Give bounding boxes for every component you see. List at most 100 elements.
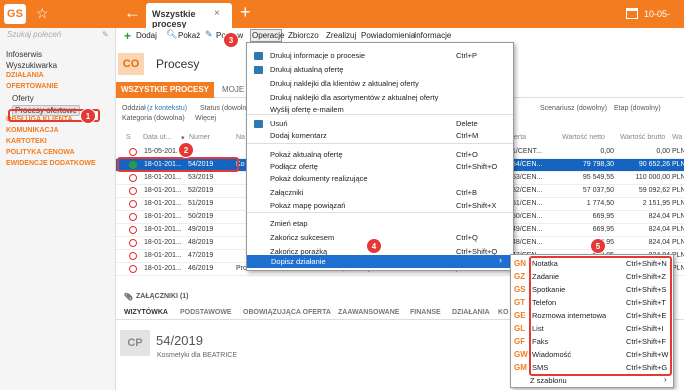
tab-dzialania[interactable]: DZIAŁANIA: [452, 309, 490, 316]
menu-item[interactable]: Zmień etap: [270, 219, 308, 228]
tab-podstawowe[interactable]: PODSTAWOWE: [180, 309, 232, 316]
menu-item-icon: [254, 66, 263, 74]
tab-wizytowka[interactable]: WIZYTÓWKA: [124, 309, 168, 316]
realize-button[interactable]: Zrealizuj: [326, 31, 356, 40]
cell-wa: PLN: [672, 200, 684, 207]
filter-stage[interactable]: Etap (dowolny): [614, 105, 661, 112]
sidebar-search-input[interactable]: Szukaj poleceń: [2, 29, 114, 43]
menu-separator: [247, 143, 513, 144]
cell-netto: 57 037,50: [582, 187, 614, 194]
menu-item-icon: [254, 120, 263, 128]
cell-num: 46/2019: [188, 265, 214, 272]
status-icon: [129, 174, 137, 182]
sidebar-item[interactable]: Wyszukiwarka: [6, 61, 57, 70]
close-tab-icon[interactable]: ×: [214, 8, 220, 19]
menu-item[interactable]: Pokaż dokumenty realizujące: [270, 174, 368, 183]
app-logo[interactable]: GS: [4, 4, 26, 24]
add-icon[interactable]: +: [124, 29, 131, 43]
col-gross-header[interactable]: Wartość brutto: [620, 134, 665, 141]
filter-more[interactable]: Więcej: [195, 115, 216, 122]
operations-button[interactable]: Operacje: [252, 31, 284, 40]
menu-item[interactable]: Zakończ sukcesem: [270, 233, 334, 242]
col-status-header[interactable]: S: [126, 134, 131, 141]
menu-item[interactable]: Drukuj aktualną ofertę: [270, 65, 343, 74]
cell-oferta: 50/CEN...: [512, 213, 543, 220]
col-offer-header[interactable]: erta: [514, 134, 526, 141]
menu-separator: [247, 114, 513, 115]
window-icon[interactable]: [626, 8, 638, 19]
sidebar-item[interactable]: KARTOTEKI: [6, 138, 47, 145]
sidebar-item[interactable]: DZIAŁANIA: [6, 72, 44, 79]
activity-code: GE: [514, 311, 526, 320]
menu-item[interactable]: Drukuj informacje o procesie: [270, 51, 365, 60]
menu-item-shortcut: Ctrl+P: [456, 51, 478, 60]
step-badge-2: 2: [178, 142, 194, 158]
attachments-label: ZAŁĄCZNIKI (1): [136, 293, 189, 300]
col-net-header[interactable]: Wartość netto: [562, 134, 605, 141]
new-tab-icon[interactable]: +: [240, 2, 251, 23]
tab-mine[interactable]: MOJE: [222, 85, 244, 94]
tab-all-processes[interactable]: WSZYSTKIE PROCESY: [116, 82, 214, 98]
cell-netto: 79 798,30: [582, 161, 614, 168]
sidebar-item[interactable]: Infoserwis: [6, 50, 42, 59]
tab-finanse[interactable]: FINANSE: [410, 309, 441, 316]
submenu-from-template[interactable]: Z szablonu: [530, 376, 567, 385]
sidebar-item[interactable]: OFERTOWANIE: [6, 83, 58, 90]
menu-item[interactable]: Drukuj naklejki dla klientów z aktualnej…: [270, 79, 419, 88]
favorite-star-icon[interactable]: ☆: [36, 5, 49, 22]
tab-title: Wszystkie procesy: [152, 9, 196, 29]
filter-branch[interactable]: Oddział: [122, 105, 146, 112]
sidebar-item[interactable]: EWIDENCJE DODATKOWE: [6, 160, 96, 167]
info-button[interactable]: Informacje: [414, 31, 451, 40]
bulk-button[interactable]: Zbiorczo: [288, 31, 319, 40]
menu-item[interactable]: Dodaj komentarz: [270, 131, 327, 140]
menu-item[interactable]: Pokaż aktualną ofertę: [270, 150, 343, 159]
sidebar-item[interactable]: Oferty: [12, 94, 34, 103]
notifications-button[interactable]: Powiadomienia: [361, 31, 415, 40]
cell-num: 47/2019: [188, 252, 214, 259]
menu-item[interactable]: Usuń: [270, 119, 288, 128]
col-number-header[interactable]: Numer: [189, 134, 210, 141]
filter-scenario[interactable]: Scenariusz (dowolny): [540, 105, 607, 112]
tab-ko[interactable]: KO: [498, 309, 509, 316]
show-button[interactable]: Pokaż: [178, 31, 200, 40]
cell-num: 49/2019: [188, 226, 214, 233]
filter-context-link[interactable]: (z kontekstu): [147, 105, 187, 112]
back-arrow-icon[interactable]: ←: [124, 3, 141, 23]
menu-item-add-activity[interactable]: Dopisz działanie ›: [247, 255, 513, 268]
menu-item[interactable]: Drukuj naklejki dla asortymentów z aktua…: [270, 93, 438, 102]
paperclip-icon: 📎︎: [124, 294, 133, 301]
menu-item[interactable]: Podłącz ofertę: [270, 162, 318, 171]
activity-code: GN: [514, 259, 526, 268]
menu-item-shortcut: Delete: [456, 119, 478, 128]
sidebar-item[interactable]: KOMUNIKACJA: [6, 127, 59, 134]
col-date-header[interactable]: Data ut...: [143, 134, 171, 141]
step-badge-5: 5: [590, 238, 606, 254]
cell-date: 18-01-201...: [144, 252, 182, 259]
tab-zaawansowane[interactable]: ZAAWANSOWANE: [338, 309, 399, 316]
tab-obowiazujaca-oferta[interactable]: OBOWIĄZUJĄCA OFERTA: [243, 309, 331, 316]
menu-item[interactable]: Załączniki: [270, 188, 303, 197]
col-currency-header[interactable]: Wa: [672, 134, 682, 141]
status-icon: [129, 200, 137, 208]
add-button[interactable]: Dodaj: [136, 31, 157, 40]
pin-icon[interactable]: ✎: [102, 30, 109, 39]
menu-item-shortcut: Ctrl+B: [456, 188, 478, 197]
page-badge: CO: [118, 53, 144, 75]
filter-category[interactable]: Kategoria (dowolna): [122, 115, 185, 122]
cell-oferta: 54/CEN...: [512, 161, 543, 168]
cell-netto: 1 774,50: [586, 200, 614, 207]
sidebar-item[interactable]: POLITYKA CENOWA: [6, 149, 75, 156]
cell-date: 15-05-201...: [144, 148, 182, 155]
menu-item-shortcut: Ctrl+Shift+X: [456, 201, 497, 210]
annotation-box-submenu: [529, 256, 672, 376]
cell-date: 18-01-201...: [144, 174, 182, 181]
menu-item[interactable]: Pokaż mapę powiązań: [270, 201, 345, 210]
cell-num: 53/2019: [188, 174, 214, 181]
activity-code: GS: [514, 285, 526, 294]
menu-item[interactable]: Wyślij ofertę e-mailem: [270, 105, 344, 114]
col-name-header[interactable]: Na: [236, 134, 245, 141]
activity-code: GL: [514, 324, 526, 333]
filter-status[interactable]: Status (dowolny): [200, 105, 252, 112]
cell-netto: 95 549,55: [582, 174, 614, 181]
